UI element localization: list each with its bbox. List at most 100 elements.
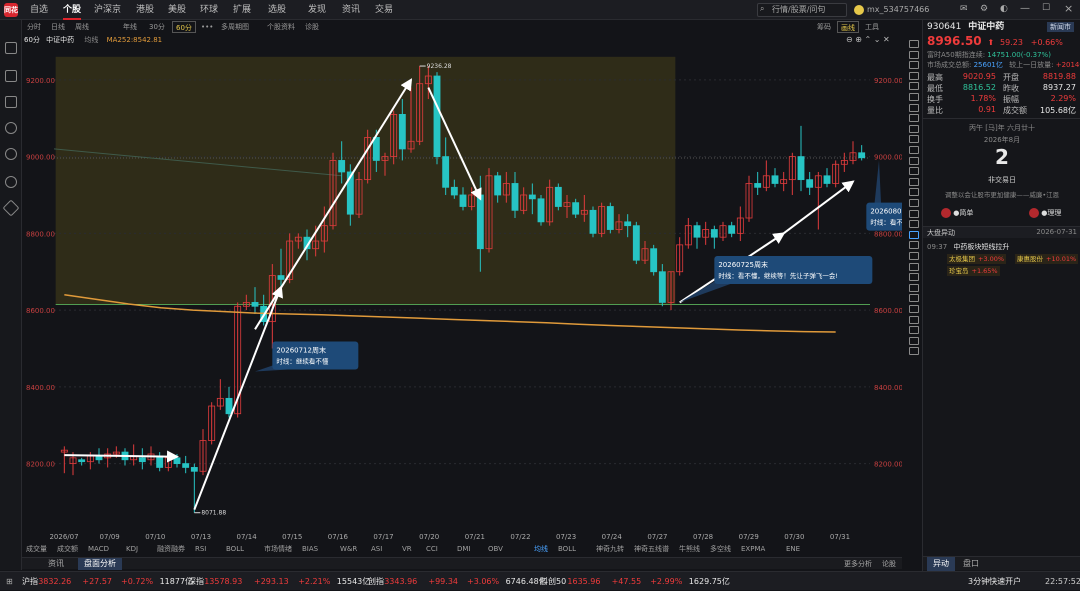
maximize-icon[interactable]: ☐ (1042, 3, 1050, 13)
draw-tool-icon[interactable] (909, 40, 919, 48)
nav-item-2[interactable]: 沪深京 (94, 0, 121, 20)
tab-anomaly[interactable]: 异动 (927, 557, 955, 571)
draw-tool-icon[interactable] (909, 315, 919, 324)
indicator-3[interactable]: KDJ (126, 544, 138, 555)
draw-tool-icon[interactable] (909, 305, 919, 313)
draw-tool-icon[interactable] (909, 347, 919, 356)
indicator-2[interactable]: MACD (88, 544, 109, 555)
indicator-6[interactable]: BOLL (226, 544, 244, 555)
monitor-icon[interactable] (5, 70, 17, 82)
gear-icon[interactable]: ⚙ (980, 4, 988, 14)
draw-tool-icon[interactable] (909, 336, 919, 345)
nav-item-8[interactable]: 发现 (308, 0, 326, 20)
overlay-2[interactable]: 神奇九转 (596, 544, 624, 555)
index-name[interactable]: 沪指 (22, 572, 38, 591)
indicator-1[interactable]: 成交额 (57, 544, 78, 555)
index-name[interactable]: 科创50 (540, 572, 566, 591)
compass-icon[interactable] (5, 176, 17, 188)
draw-tool-icon[interactable] (909, 230, 919, 239)
period-tab-7[interactable]: 多周期图 (218, 21, 252, 33)
tab-orderbook[interactable]: 盘口 (957, 557, 985, 571)
draw-tool-icon[interactable] (909, 71, 919, 80)
overlay-0[interactable]: 均线 (534, 544, 548, 555)
indicator-13[interactable]: DMI (457, 544, 471, 555)
nav-item-1[interactable]: 个股 (63, 0, 82, 20)
indicator-7[interactable]: 市场情绪 (264, 544, 292, 555)
news-title[interactable]: 中药板块短线拉升 (953, 243, 1009, 251)
draw-tool-icon[interactable] (909, 50, 919, 59)
overlay-3[interactable]: 神奇五线谱 (634, 544, 669, 555)
draw-tool-icon[interactable] (909, 199, 919, 207)
indicator-14[interactable]: OBV (488, 544, 503, 555)
draw-tool-icon[interactable] (909, 103, 919, 112)
indicator-0[interactable]: 成交量 (26, 544, 47, 555)
period-tab-4[interactable]: 30分 (146, 21, 168, 33)
draw-tool-icon[interactable] (909, 93, 919, 101)
app-logo[interactable]: 同花 (4, 3, 18, 17)
draw-tool-icon[interactable] (909, 167, 919, 176)
nav-item-9[interactable]: 资讯 (342, 0, 360, 20)
nav-item-3[interactable]: 港股 (136, 0, 154, 20)
draw-tool-icon[interactable] (909, 146, 919, 154)
overlay-5[interactable]: 多空线 (710, 544, 731, 555)
minimize-icon[interactable]: — (1020, 3, 1030, 14)
period-tab-1[interactable]: 日线 (48, 21, 68, 33)
draw-tool-icon[interactable] (909, 326, 919, 335)
tool-tab-1[interactable]: 画线 (837, 21, 859, 33)
indicator-5[interactable]: RSI (195, 544, 206, 555)
nav-item-6[interactable]: 扩展 (233, 0, 251, 20)
draw-tool-icon[interactable] (909, 135, 919, 144)
draw-tool-icon[interactable] (909, 262, 919, 271)
overlay-1[interactable]: BOLL (558, 544, 576, 555)
period-tab-2[interactable]: 周线 (72, 21, 92, 33)
draw-tool-icon[interactable] (909, 124, 919, 133)
draw-tool-icon[interactable] (909, 82, 919, 91)
draw-tool-icon[interactable] (909, 252, 919, 260)
overlay-6[interactable]: EXPMA (741, 544, 765, 555)
draw-tool-icon[interactable] (909, 188, 919, 197)
indicator-10[interactable]: ASI (371, 544, 382, 555)
nav-item-4[interactable]: 美股 (168, 0, 186, 20)
skin-icon[interactable]: ◐ (1000, 4, 1008, 14)
bottom-tab-right-0[interactable]: 更多分析 (842, 558, 874, 570)
draw-tool-icon[interactable] (909, 294, 919, 303)
news-stock[interactable]: 珍宝岛 +1.65% (947, 266, 1000, 276)
indicator-9[interactable]: W&R (340, 544, 357, 555)
document-icon[interactable] (5, 96, 17, 108)
nav-item-7[interactable]: 选股 (268, 0, 286, 20)
candlestick-chart[interactable]: 8200.00 8200.00 8400.00 8400.00 8600.00 8600.… (22, 45, 902, 543)
draw-tool-icon[interactable] (909, 61, 919, 70)
diamond-icon[interactable] (2, 199, 20, 217)
close-icon[interactable]: × (1064, 2, 1073, 15)
tool-tab-0[interactable]: 筹码 (814, 21, 834, 33)
robot-icon[interactable] (5, 42, 17, 54)
draw-tool-icon[interactable] (909, 241, 919, 250)
period-tab-0[interactable]: 分时 (24, 21, 44, 33)
index-name[interactable]: 深指 (188, 572, 204, 591)
draw-tool-icon[interactable] (909, 220, 919, 229)
indicator-11[interactable]: VR (402, 544, 412, 555)
overlay-7[interactable]: ENE (786, 544, 800, 555)
grid-icon[interactable]: ⊞ (6, 577, 13, 586)
simple-button[interactable]: ●简单 (941, 208, 973, 218)
period-tab-3[interactable]: 年线 (120, 21, 140, 33)
search-input[interactable]: 行情/股票/问句 (757, 3, 847, 17)
news-stock[interactable]: 太极集团 +3.00% (947, 254, 1007, 264)
period-tab-8[interactable]: 个股资料 (264, 21, 298, 33)
ma-mode[interactable]: 均线 (84, 36, 98, 44)
nav-item-5[interactable]: 环球 (200, 0, 218, 20)
overlay-4[interactable]: 牛熊线 (679, 544, 700, 555)
period-tab-5[interactable]: 60分 (172, 21, 196, 33)
draw-tool-icon[interactable] (909, 273, 919, 282)
review-button[interactable]: ●理理 (1029, 208, 1061, 218)
draw-tool-icon[interactable] (909, 156, 919, 165)
chart-controls[interactable]: ⊖ ⊕ ⌃ ⌄ ✕ (846, 35, 890, 44)
bottom-tab-1[interactable]: 盘面分析 (78, 558, 122, 570)
nav-item-10[interactable]: 交易 (375, 0, 393, 20)
news-stock[interactable]: 康惠股份 +10.01% (1015, 254, 1079, 264)
period-tab-6[interactable]: ••• (198, 21, 216, 33)
nav-item-0[interactable]: 自选 (30, 0, 48, 20)
user-account[interactable]: mx_534757466 (854, 3, 929, 17)
tool-tab-2[interactable]: 工具 (862, 21, 882, 33)
indicator-8[interactable]: BIAS (302, 544, 318, 555)
